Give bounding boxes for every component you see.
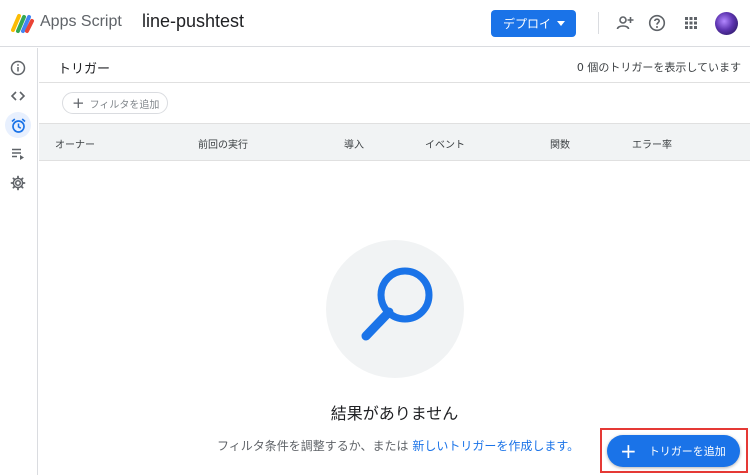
- create-trigger-link[interactable]: 新しいトリガーを作成します。: [412, 439, 579, 453]
- left-nav-rail: [0, 48, 38, 475]
- gear-icon: [10, 175, 26, 191]
- empty-state-title: 結果がありません: [330, 404, 459, 423]
- add-filter-button[interactable]: + フィルタを追加: [62, 92, 168, 114]
- deploy-button[interactable]: デプロイ: [491, 10, 576, 37]
- column-header-event[interactable]: イベント: [425, 136, 465, 151]
- nav-settings[interactable]: [5, 170, 31, 196]
- page-title: トリガー: [58, 62, 111, 77]
- help-icon[interactable]: [646, 12, 668, 34]
- executions-list-icon: [12, 148, 24, 160]
- column-header-last-run[interactable]: 前回の実行: [198, 136, 248, 151]
- column-header-function[interactable]: 関数: [550, 136, 570, 151]
- deploy-button-label: デプロイ: [503, 17, 552, 31]
- alarm-clock-icon: [10, 117, 26, 133]
- empty-state-description: フィルタ条件を調整するか、または 新しいトリガーを作成します。: [217, 437, 579, 454]
- triggers-page: トリガー 0 個のトリガーを表示しています + フィルタを追加 オーナー 前回の…: [39, 48, 750, 475]
- empty-state-illustration: [326, 240, 464, 378]
- add-filter-label: フィルタを追加: [89, 99, 160, 111]
- code-icon: [10, 91, 26, 101]
- filter-row: + フィルタを追加: [39, 84, 750, 123]
- apps-script-logo-icon[interactable]: [11, 12, 35, 34]
- magnifier-icon: [361, 267, 433, 341]
- plus-icon: +: [72, 93, 85, 112]
- nav-overview[interactable]: [5, 55, 31, 81]
- info-icon: [10, 60, 26, 76]
- header-divider: [598, 12, 599, 34]
- dropdown-caret-icon: [557, 21, 565, 26]
- top-app-bar: Apps Script line-pushtest デプロイ: [0, 0, 750, 47]
- column-header-error-rate[interactable]: エラー率: [632, 136, 672, 151]
- plus-icon: +: [620, 439, 637, 463]
- account-avatar[interactable]: [715, 12, 738, 35]
- column-header-deployment[interactable]: 導入: [344, 136, 364, 151]
- empty-state-desc-text: フィルタ条件を調整するか、または: [217, 439, 409, 453]
- project-name[interactable]: line-pushtest: [142, 11, 244, 32]
- add-trigger-label: トリガーを追加: [648, 445, 726, 458]
- page-title-row: トリガー 0 個のトリガーを表示しています: [39, 48, 750, 83]
- nav-editor[interactable]: [5, 83, 31, 109]
- nav-executions[interactable]: [5, 141, 31, 167]
- app-name[interactable]: Apps Script: [40, 13, 122, 31]
- add-person-icon[interactable]: [614, 12, 636, 34]
- trigger-count-text: 0 個のトリガーを表示しています: [576, 61, 741, 74]
- table-header: オーナー 前回の実行 導入 イベント 関数 エラー率: [39, 123, 750, 161]
- add-trigger-button[interactable]: + トリガーを追加: [607, 435, 740, 467]
- column-header-owner[interactable]: オーナー: [55, 136, 95, 151]
- nav-triggers[interactable]: [5, 112, 31, 138]
- apps-grid-icon[interactable]: [680, 12, 702, 34]
